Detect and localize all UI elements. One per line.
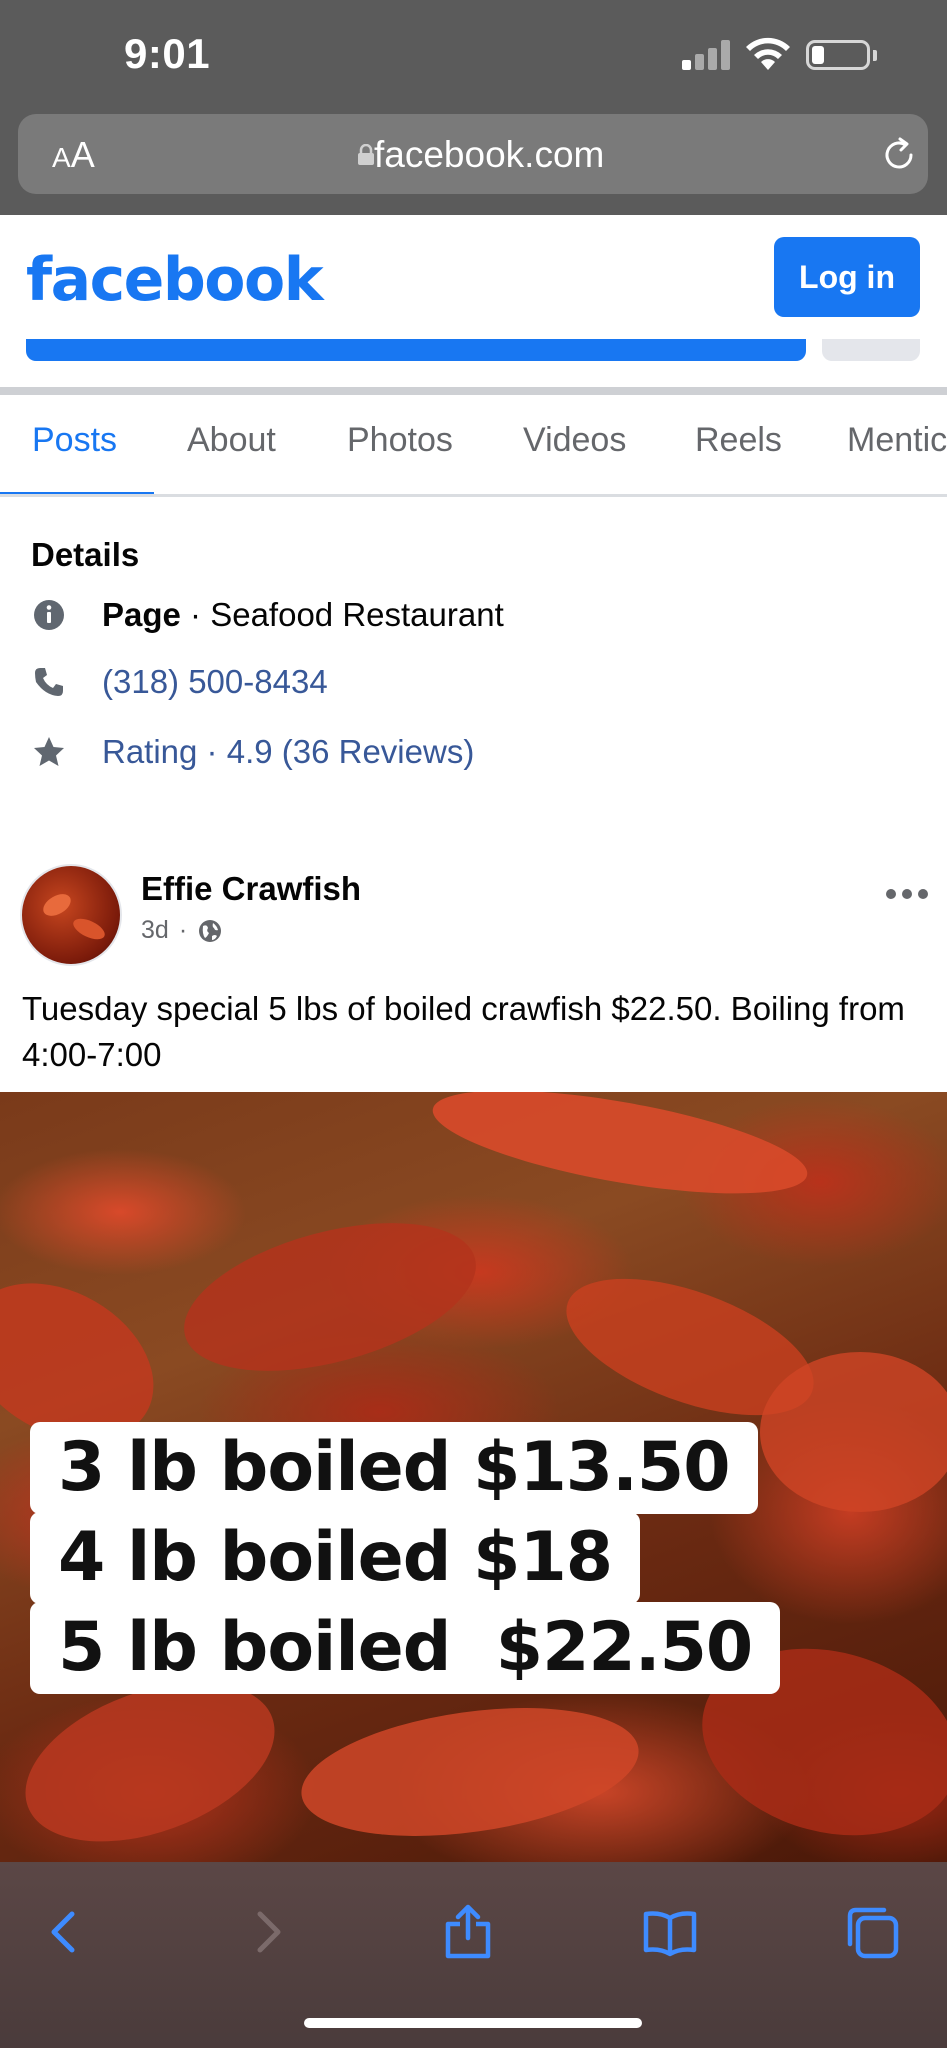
facebook-logo[interactable]: facebook — [26, 245, 324, 315]
post-image[interactable]: 3 lb boiled $13.50 4 lb boiled $18 5 lb … — [0, 1092, 947, 1862]
tab-photos[interactable]: Photos — [347, 421, 453, 460]
detail-rating[interactable]: Rating · 4.9 (36 Reviews) — [0, 727, 947, 777]
browser-address-area: AA facebook.com — [0, 110, 947, 215]
meta-separator: · — [178, 916, 188, 944]
detail-phone[interactable]: (318) 500-8434 — [0, 657, 947, 707]
page-tabs: Posts About Photos Videos Reels Mentic — [0, 395, 947, 497]
login-button[interactable]: Log in — [774, 237, 920, 317]
tab-posts[interactable]: Posts — [32, 421, 117, 460]
tab-reels[interactable]: Reels — [695, 421, 782, 460]
post-author-name[interactable]: Effie Crawfish — [141, 870, 361, 908]
crawfish-shape — [760, 1352, 947, 1512]
info-icon — [34, 600, 64, 630]
battery-icon — [806, 40, 870, 70]
price-line-3lb: 3 lb boiled $13.50 — [30, 1422, 758, 1514]
battery-nub — [873, 50, 877, 61]
status-time: 9:01 — [124, 30, 211, 77]
crawfish-shape — [293, 1688, 647, 1856]
post-meta: 3d · — [141, 916, 223, 945]
secondary-action-bar[interactable] — [822, 339, 920, 361]
address-bar[interactable]: AA facebook.com — [18, 114, 928, 194]
url-text: facebook.com — [374, 134, 605, 175]
back-icon[interactable] — [34, 1902, 94, 1962]
globe-icon — [199, 919, 222, 942]
wifi-icon — [746, 37, 790, 70]
more-options-icon[interactable] — [886, 884, 930, 904]
browser-toolbar — [0, 1862, 947, 2048]
page-label: Page — [102, 596, 181, 633]
crawfish-shape — [168, 1195, 492, 1399]
price-line-5lb: 5 lb boiled $22.50 — [30, 1602, 781, 1694]
primary-action-bar[interactable] — [26, 339, 806, 361]
star-icon — [34, 737, 64, 766]
reload-icon[interactable] — [878, 134, 920, 176]
home-indicator[interactable] — [304, 2018, 642, 2028]
tab-videos[interactable]: Videos — [523, 421, 626, 460]
cellular-signal-icon — [682, 40, 732, 70]
details-heading: Details — [31, 536, 140, 573]
post-text: Tuesday special 5 lbs of boiled crawfish… — [22, 990, 905, 1073]
phone-number-link[interactable]: (318) 500-8434 — [102, 663, 328, 701]
post-timestamp[interactable]: 3d — [141, 916, 169, 945]
page-category: · Seafood Restaurant — [180, 596, 504, 633]
share-icon[interactable] — [438, 1902, 498, 1962]
text-size-button[interactable]: AA — [52, 134, 95, 176]
detail-page-category: Page · Seafood Restaurant — [0, 590, 947, 640]
phone-icon — [35, 668, 63, 696]
tab-about[interactable]: About — [187, 421, 276, 460]
lock-icon — [358, 144, 374, 165]
facebook-header: facebook Log in — [0, 215, 947, 395]
section-divider — [0, 387, 947, 395]
bookmarks-icon[interactable] — [640, 1902, 700, 1962]
tabs-icon[interactable] — [842, 1902, 902, 1962]
active-tab-indicator — [0, 492, 154, 494]
tab-mentions[interactable]: Mentic — [847, 421, 947, 460]
author-avatar[interactable] — [20, 864, 122, 966]
crawfish-shape — [425, 1092, 815, 1215]
forward-icon[interactable] — [238, 1902, 298, 1962]
status-bar: 9:01 — [0, 0, 947, 110]
price-line-4lb: 4 lb boiled $18 — [30, 1512, 641, 1604]
rating-link[interactable]: Rating · 4.9 (36 Reviews) — [102, 733, 474, 771]
